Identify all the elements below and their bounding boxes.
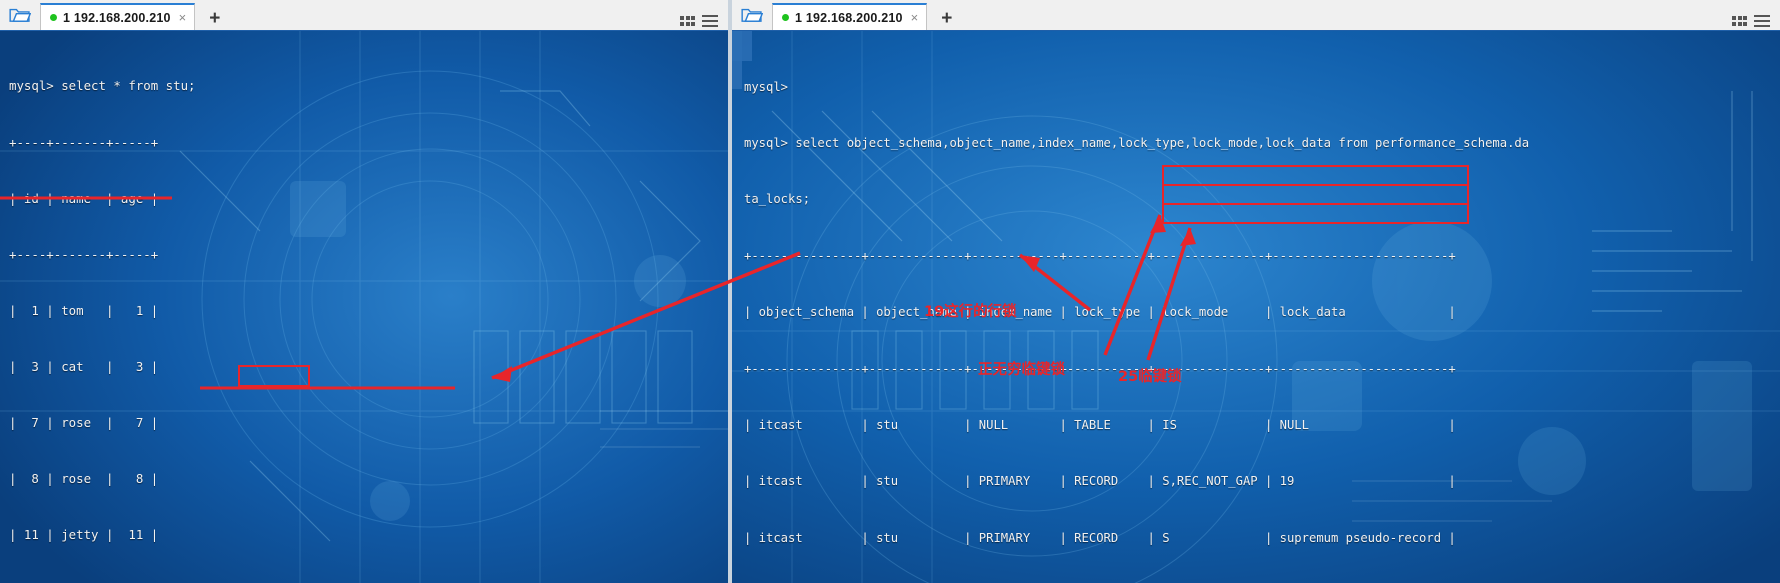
session-tab[interactable]: 1 192.168.200.210 ×	[772, 3, 928, 30]
new-tab-button[interactable]: +	[195, 9, 232, 30]
right-terminal-pane: 1 192.168.200.210 × + mysql> mysql> sele…	[732, 0, 1780, 583]
session-tab[interactable]: 1 192.168.200.210 ×	[40, 3, 196, 30]
terminal-line: | 7 | rose | 7 |	[9, 414, 159, 430]
connected-dot-icon	[50, 14, 57, 21]
terminal-line: ta_locks;	[744, 192, 811, 207]
grid-view-icon[interactable]	[680, 16, 695, 26]
terminal-line: mysql> select * from stu;	[9, 78, 196, 94]
terminal-line: | itcast | stu | NULL | TABLE | IS | NUL…	[744, 417, 1456, 432]
terminal-line: | itcast | stu | PRIMARY | RECORD | S,RE…	[744, 474, 1456, 489]
terminal-line: mysql> select object_schema,object_name,…	[744, 135, 1530, 150]
terminal-line: +----+-------+-----+	[9, 246, 159, 262]
terminal-line: | 3 | cat | 3 |	[9, 358, 159, 374]
hamburger-menu-icon[interactable]	[702, 15, 718, 27]
right-tab-bar: 1 192.168.200.210 × +	[732, 0, 1780, 35]
new-tab-button[interactable]: +	[927, 9, 964, 30]
terminal-line: | 8 | rose | 8 |	[9, 471, 159, 487]
remote-terminal-window: 1 192.168.200.210 × + mysql> select * fr…	[0, 0, 1780, 583]
hamburger-menu-icon[interactable]	[1754, 15, 1770, 27]
terminal-line: | itcast | stu | PRIMARY | RECORD | S | …	[744, 530, 1456, 545]
open-folder-button[interactable]	[0, 0, 40, 30]
close-icon[interactable]: ×	[177, 11, 189, 24]
open-folder-button[interactable]	[732, 0, 772, 30]
folder-open-icon	[9, 6, 31, 23]
terminal-line: +---------------+-------------+---------…	[744, 248, 1456, 263]
terminal-line: +----+-------+-----+	[9, 134, 159, 150]
grid-view-icon[interactable]	[1732, 16, 1747, 26]
close-icon[interactable]: ×	[909, 11, 921, 24]
terminal-line: +---------------+-------------+---------…	[744, 361, 1456, 376]
terminal-line: | object_schema | object_name | index_na…	[744, 305, 1456, 320]
right-toolbar	[1732, 15, 1780, 30]
left-tab-bar: 1 192.168.200.210 × +	[0, 0, 728, 35]
terminal-line: mysql>	[744, 79, 789, 94]
session-tab-label: 1 192.168.200.210	[63, 10, 171, 25]
connected-dot-icon	[782, 14, 789, 21]
folder-open-icon	[741, 6, 763, 23]
left-toolbar	[680, 15, 728, 30]
session-tab-label: 1 192.168.200.210	[795, 10, 903, 25]
left-terminal-output[interactable]: mysql> select * from stu; +----+-------+…	[0, 31, 728, 583]
terminal-line: | 11 | jetty | 11 |	[9, 527, 159, 543]
terminal-line: | 1 | tom | 1 |	[9, 302, 159, 318]
left-terminal-text: mysql> select * from stu; +----+-------+…	[0, 31, 728, 583]
right-terminal-text: mysql> mysql> select object_schema,objec…	[732, 31, 1780, 583]
right-terminal-output[interactable]: mysql> mysql> select object_schema,objec…	[732, 31, 1780, 583]
terminal-line: | id | name | age |	[9, 190, 159, 206]
left-terminal-pane: 1 192.168.200.210 × + mysql> select * fr…	[0, 0, 728, 583]
